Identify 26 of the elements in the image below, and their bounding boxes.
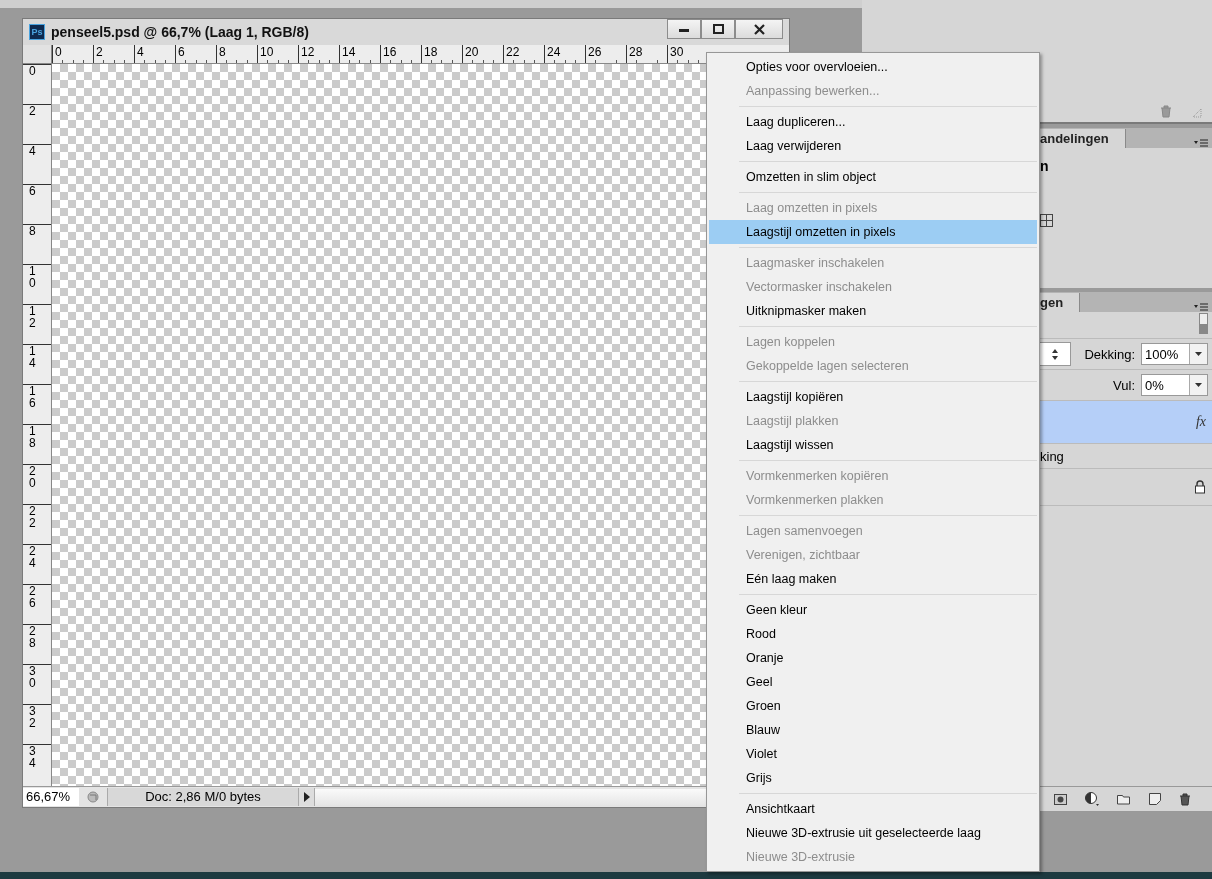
fill-label: Vul: bbox=[1113, 377, 1135, 393]
document-info: Doc: 2,86 M/0 bytes bbox=[107, 788, 299, 806]
app-logo: Ps bbox=[29, 24, 45, 40]
ruler-label: 26 bbox=[29, 585, 36, 609]
ruler-label: 18 bbox=[29, 425, 36, 449]
ruler-label: 24 bbox=[29, 545, 36, 569]
ruler-label: 14 bbox=[29, 345, 36, 369]
ruler-label: 0 bbox=[29, 65, 36, 77]
effects-label: fx bbox=[1195, 414, 1206, 430]
ruler-label: 34 bbox=[29, 745, 36, 769]
ruler-label: 20 bbox=[29, 465, 36, 489]
ruler-label: 2 bbox=[29, 105, 36, 117]
ruler-label: 32 bbox=[29, 705, 36, 729]
ruler-label: 22 bbox=[29, 505, 36, 529]
ruler-label: 16 bbox=[29, 385, 36, 409]
ruler-label: 4 bbox=[29, 145, 36, 157]
ruler-label: 10 bbox=[29, 265, 36, 289]
window-title: penseel5.psd @ 66,7% (Laag 1, RGB/8) bbox=[51, 24, 310, 40]
layer-name: king bbox=[1040, 448, 1064, 464]
panel-heading: n bbox=[1040, 158, 1050, 174]
ruler-label: 30 bbox=[29, 665, 36, 689]
ruler-label: 12 bbox=[29, 305, 36, 329]
opacity-label: Dekking: bbox=[1084, 346, 1135, 362]
ruler-label: 28 bbox=[29, 625, 36, 649]
ruler-label: 6 bbox=[29, 185, 36, 197]
ruler-label: 8 bbox=[29, 225, 36, 237]
